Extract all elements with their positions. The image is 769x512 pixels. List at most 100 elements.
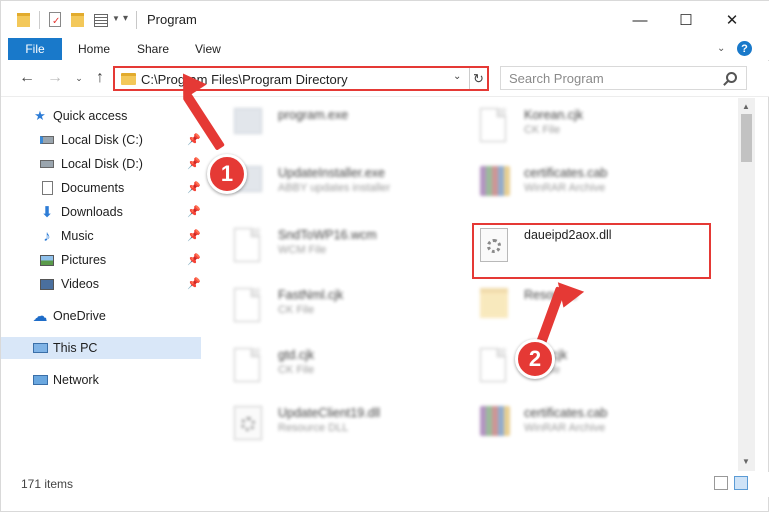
- cloud-icon: ☁: [32, 308, 48, 325]
- file-item[interactable]: gtd.cjk CK File: [234, 346, 464, 396]
- network-icon: [32, 373, 48, 387]
- sidebar-item-label: Music: [61, 229, 94, 243]
- file-item[interactable]: Resource: [480, 286, 710, 336]
- sidebar-item-label: Pictures: [61, 253, 107, 267]
- maximize-button[interactable]: ☐: [663, 6, 709, 34]
- sidebar-item-label: Local Disk (D:): [61, 157, 143, 171]
- file-name: UpdateClient19.dll: [278, 406, 381, 420]
- recent-locations-icon[interactable]: ⌄: [69, 68, 89, 88]
- scroll-thumb[interactable]: [741, 114, 752, 162]
- search-box[interactable]: Search Program: [500, 66, 747, 90]
- sidebar-item-local-disk-d[interactable]: Local Disk (D:) 📌: [1, 153, 201, 175]
- exe-icon: [234, 108, 264, 148]
- pin-icon[interactable]: 📌: [187, 253, 201, 266]
- search-icon: [726, 72, 737, 83]
- up-arrow-icon[interactable]: ↑: [90, 68, 110, 88]
- properties-icon[interactable]: ✓: [49, 11, 65, 29]
- file-type: WCM File: [278, 244, 327, 256]
- document-icon: [234, 288, 264, 328]
- file-name: certificates.cab: [524, 406, 608, 420]
- forward-arrow-icon[interactable]: →: [45, 68, 65, 88]
- separator: [39, 11, 40, 29]
- archive-icon: [480, 406, 510, 446]
- tab-view[interactable]: View: [195, 42, 221, 56]
- file-item[interactable]: certificates.cab WinRAR Archive: [480, 404, 710, 454]
- tab-file[interactable]: File: [8, 38, 62, 60]
- file-item[interactable]: ...an.cjk CK File: [480, 346, 710, 396]
- file-item[interactable]: UpdateInstaller.exe ABBY updates install…: [234, 164, 464, 214]
- tiles-view-icon[interactable]: [734, 476, 748, 490]
- tab-share[interactable]: Share: [137, 42, 169, 56]
- folder-icon: [17, 11, 30, 29]
- chevron-down-icon[interactable]: ⌄: [453, 71, 461, 82]
- scroll-up-icon[interactable]: ▲: [742, 102, 750, 111]
- close-button[interactable]: ✕: [709, 6, 755, 34]
- sidebar-item-label: Downloads: [61, 205, 123, 219]
- file-item[interactable]: certificates.cab WinRAR Archive: [480, 164, 710, 214]
- file-name: certificates.cab: [524, 166, 608, 180]
- file-type: WinRAR Archive: [524, 182, 606, 194]
- sidebar-item-videos[interactable]: Videos 📌: [1, 273, 201, 295]
- sidebar-item-label: Network: [53, 373, 99, 387]
- details-view-icon[interactable]: [714, 476, 728, 490]
- pictures-icon: [39, 253, 55, 267]
- documents-icon: [39, 181, 55, 195]
- pin-icon[interactable]: 📌: [187, 181, 201, 194]
- title-bar: ✓ ▼ ▾ Program — ☐ ✕: [1, 1, 769, 39]
- sidebar-item-this-pc[interactable]: This PC: [1, 337, 201, 359]
- pin-icon[interactable]: 📌: [187, 229, 201, 242]
- window-title: Program: [147, 12, 197, 27]
- sidebar-item-quick-access[interactable]: ★ Quick access: [1, 105, 201, 127]
- sidebar-item-label: Videos: [61, 277, 99, 291]
- scroll-down-icon[interactable]: ▼: [742, 457, 750, 466]
- file-item[interactable]: program.exe: [234, 106, 464, 156]
- file-type: CK File: [524, 124, 561, 136]
- sidebar-item-network[interactable]: Network: [1, 369, 201, 391]
- step-badge-2: 2: [515, 339, 555, 379]
- sidebar-item-local-disk-c[interactable]: Local Disk (C:) 📌: [1, 129, 201, 151]
- chevron-down-icon[interactable]: ▼: [112, 14, 120, 32]
- back-arrow-icon[interactable]: ←: [17, 68, 37, 88]
- file-name: SndToWP16.wcm: [278, 228, 377, 242]
- file-name: program.exe: [278, 108, 349, 122]
- pin-icon[interactable]: 📌: [187, 133, 201, 146]
- vertical-scrollbar[interactable]: ▲ ▼: [738, 98, 755, 471]
- tab-home[interactable]: Home: [78, 42, 110, 56]
- view-options-icon[interactable]: [94, 11, 112, 29]
- sidebar-item-documents[interactable]: Documents 📌: [1, 177, 201, 199]
- navigation-bar: ← → ⌄ ↑ C:\Program Files\Program Directo…: [1, 61, 769, 97]
- new-folder-icon[interactable]: [71, 11, 85, 29]
- minimize-button[interactable]: —: [617, 6, 663, 34]
- step-badge-1: 1: [207, 154, 247, 194]
- file-item[interactable]: FastNml.cjk CK File: [234, 286, 464, 336]
- pin-icon[interactable]: 📌: [187, 277, 201, 290]
- help-icon[interactable]: ?: [737, 41, 752, 56]
- sidebar-item-onedrive[interactable]: ☁ OneDrive: [1, 305, 201, 327]
- file-type: CK File: [278, 304, 315, 316]
- sidebar-item-label: Local Disk (C:): [61, 133, 143, 147]
- sidebar-item-downloads[interactable]: ⬇ Downloads 📌: [1, 201, 201, 223]
- folder-icon: [121, 73, 136, 85]
- file-name: gtd.cjk: [278, 348, 315, 362]
- address-bar[interactable]: C:\Program Files\Program Directory ⌄ ↻: [113, 66, 489, 91]
- pin-icon[interactable]: 📌: [187, 157, 201, 170]
- dll-gear-icon: [234, 406, 264, 446]
- file-item[interactable]: SndToWP16.wcm WCM File: [234, 226, 464, 276]
- sidebar-item-pictures[interactable]: Pictures 📌: [1, 249, 201, 271]
- file-item[interactable]: UpdateClient19.dll Resource DLL: [234, 404, 464, 454]
- star-icon: ★: [34, 108, 46, 123]
- drive-icon: [39, 133, 55, 147]
- file-type: Resource DLL: [278, 422, 349, 434]
- computer-icon: [32, 341, 48, 355]
- sidebar-item-music[interactable]: ♪ Music 📌: [1, 225, 201, 247]
- sidebar-item-label: OneDrive: [53, 309, 106, 323]
- search-input[interactable]: Search Program: [509, 71, 604, 86]
- pin-icon[interactable]: 📌: [187, 205, 201, 218]
- videos-icon: [39, 277, 55, 291]
- document-icon: [480, 108, 510, 148]
- file-item[interactable]: Korean.cjk CK File: [480, 106, 710, 156]
- customize-toolbar-icon[interactable]: ▾: [123, 13, 131, 31]
- document-icon: [480, 348, 510, 388]
- expand-ribbon-icon[interactable]: ⌄: [717, 43, 725, 54]
- refresh-icon[interactable]: ↻: [469, 68, 487, 89]
